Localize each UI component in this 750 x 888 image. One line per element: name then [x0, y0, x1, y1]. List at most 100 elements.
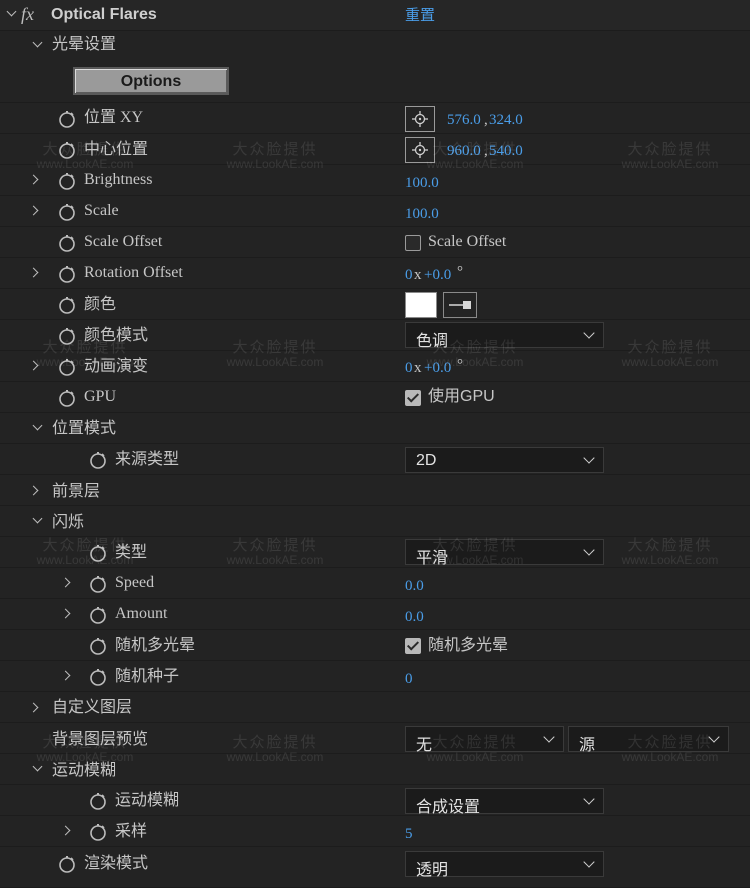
property-label: Scale — [84, 202, 119, 219]
property-row-scale: Scale 100.0 — [0, 196, 750, 227]
rotation-revolutions-value[interactable]: 0 — [405, 267, 413, 284]
property-label: 动画演变 — [84, 358, 149, 375]
property-row-amount: Amount 0.0 — [0, 599, 750, 630]
crosshair-target-button[interactable] — [405, 106, 435, 132]
render-mode-dropdown[interactable]: 透明 — [405, 851, 604, 879]
random-seed-value[interactable]: 0 — [405, 671, 413, 688]
property-row-render-mode: 渲染模式 透明 — [0, 847, 750, 888]
chevron-down-icon — [543, 731, 555, 743]
scale-value[interactable]: 100.0 — [405, 206, 439, 223]
checkbox-label: Scale Offset — [428, 233, 507, 250]
property-label: 颜色 — [84, 296, 117, 313]
property-label: Amount — [115, 605, 168, 622]
chevron-down-icon — [583, 793, 595, 805]
checkbox-label: 随机多光晕 — [428, 637, 509, 654]
stopwatch-icon[interactable] — [89, 823, 107, 841]
stopwatch-icon[interactable] — [58, 389, 76, 407]
speed-value[interactable]: 0.0 — [405, 578, 424, 595]
chevron-down-icon — [583, 327, 595, 339]
property-row-brightness: Brightness 100.0 — [0, 165, 750, 196]
stopwatch-icon[interactable] — [58, 172, 76, 190]
revolutions-x: x — [414, 267, 422, 283]
chevron-down-icon[interactable] — [32, 420, 43, 431]
stopwatch-icon[interactable] — [89, 451, 107, 469]
stopwatch-icon[interactable] — [58, 110, 76, 128]
center-x-value[interactable]: 960.0 — [447, 143, 481, 160]
color-mode-dropdown[interactable]: 色调 — [405, 322, 604, 350]
property-row-speed: Speed 0.0 — [0, 568, 750, 599]
stopwatch-icon[interactable] — [58, 265, 76, 283]
property-row-background-preview: 背景图层预览 无 源 — [0, 723, 750, 754]
position-y-value[interactable]: 324.0 — [489, 112, 523, 129]
random-multi-flare-checkbox[interactable] — [405, 638, 421, 654]
stopwatch-icon[interactable] — [58, 234, 76, 252]
stopwatch-icon[interactable] — [58, 855, 76, 873]
chevron-right-icon[interactable] — [28, 702, 39, 713]
options-button[interactable]: Options — [73, 67, 229, 95]
motion-blur-dropdown[interactable]: 合成设置 — [405, 788, 604, 816]
background-source-dropdown[interactable]: 源 — [568, 726, 729, 754]
chevron-down-icon[interactable] — [32, 761, 43, 772]
chevron-down-icon[interactable] — [32, 513, 43, 524]
stopwatch-icon[interactable] — [89, 606, 107, 624]
evolution-revolutions-value[interactable]: 0 — [405, 360, 413, 377]
stopwatch-icon[interactable] — [58, 141, 76, 159]
reset-link[interactable]: 重置 — [405, 8, 435, 24]
chevron-down-icon — [583, 452, 595, 464]
group-label: 闪烁 — [52, 514, 85, 531]
stopwatch-icon[interactable] — [58, 358, 76, 376]
samples-value[interactable]: 5 — [405, 826, 413, 843]
chevron-right-icon[interactable] — [28, 267, 39, 278]
chevron-right-icon[interactable] — [28, 485, 39, 496]
flicker-type-dropdown[interactable]: 平滑 — [405, 539, 604, 567]
motion-blur-group: 运动模糊 — [0, 754, 750, 785]
chevron-right-icon[interactable] — [28, 205, 39, 216]
checkbox-label: 使用GPU — [428, 388, 495, 405]
brightness-value[interactable]: 100.0 — [405, 175, 439, 192]
source-type-dropdown[interactable]: 2D — [405, 447, 604, 473]
chevron-right-icon[interactable] — [60, 825, 71, 836]
chevron-right-icon[interactable] — [60, 577, 71, 588]
stopwatch-icon[interactable] — [89, 544, 107, 562]
use-gpu-checkbox[interactable] — [405, 390, 421, 406]
flicker-group: 闪烁 — [0, 506, 750, 537]
property-label: 来源类型 — [115, 451, 180, 468]
group-label: 自定义图层 — [52, 699, 133, 716]
color-swatch[interactable] — [405, 292, 437, 318]
stopwatch-icon[interactable] — [89, 668, 107, 686]
property-label: 背景图层预览 — [52, 731, 149, 748]
property-row-animation-evolution: 动画演变 0 x +0.0 ° — [0, 351, 750, 382]
amount-value[interactable]: 0.0 — [405, 609, 424, 626]
group-label: 位置模式 — [52, 420, 117, 437]
effect-title: Optical Flares — [51, 6, 157, 23]
stopwatch-icon[interactable] — [89, 575, 107, 593]
stopwatch-icon[interactable] — [89, 792, 107, 810]
collapse-chevron-icon[interactable] — [6, 6, 17, 17]
stopwatch-icon[interactable] — [58, 327, 76, 345]
degree-sign: ° — [457, 264, 463, 280]
center-y-value[interactable]: 540.0 — [489, 143, 523, 160]
property-row-color-mode: 颜色模式 色调 — [0, 320, 750, 351]
fx-icon[interactable]: fx — [21, 5, 34, 23]
stopwatch-icon[interactable] — [58, 203, 76, 221]
eyedropper-button[interactable] — [443, 292, 477, 318]
stopwatch-icon[interactable] — [58, 296, 76, 314]
chevron-right-icon[interactable] — [28, 360, 39, 371]
evolution-degrees-value[interactable]: +0.0 — [424, 360, 451, 377]
chevron-right-icon[interactable] — [60, 670, 71, 681]
background-layer-dropdown[interactable]: 无 — [405, 726, 564, 754]
stopwatch-icon[interactable] — [89, 637, 107, 655]
rotation-degrees-value[interactable]: +0.0 — [424, 267, 451, 284]
chevron-down-icon[interactable] — [32, 37, 43, 48]
crosshair-icon — [412, 142, 428, 158]
property-label: 类型 — [115, 544, 148, 561]
scale-offset-checkbox[interactable] — [405, 235, 421, 251]
value-separator: , — [484, 112, 488, 128]
chevron-right-icon[interactable] — [60, 608, 71, 619]
flare-settings-group: 光晕设置 Options — [0, 31, 750, 103]
chevron-right-icon[interactable] — [28, 174, 39, 185]
property-row-random-seed: 随机种子 0 — [0, 661, 750, 692]
position-x-value[interactable]: 576.0 — [447, 112, 481, 129]
property-label: 随机多光晕 — [115, 637, 196, 654]
crosshair-target-button[interactable] — [405, 137, 435, 163]
